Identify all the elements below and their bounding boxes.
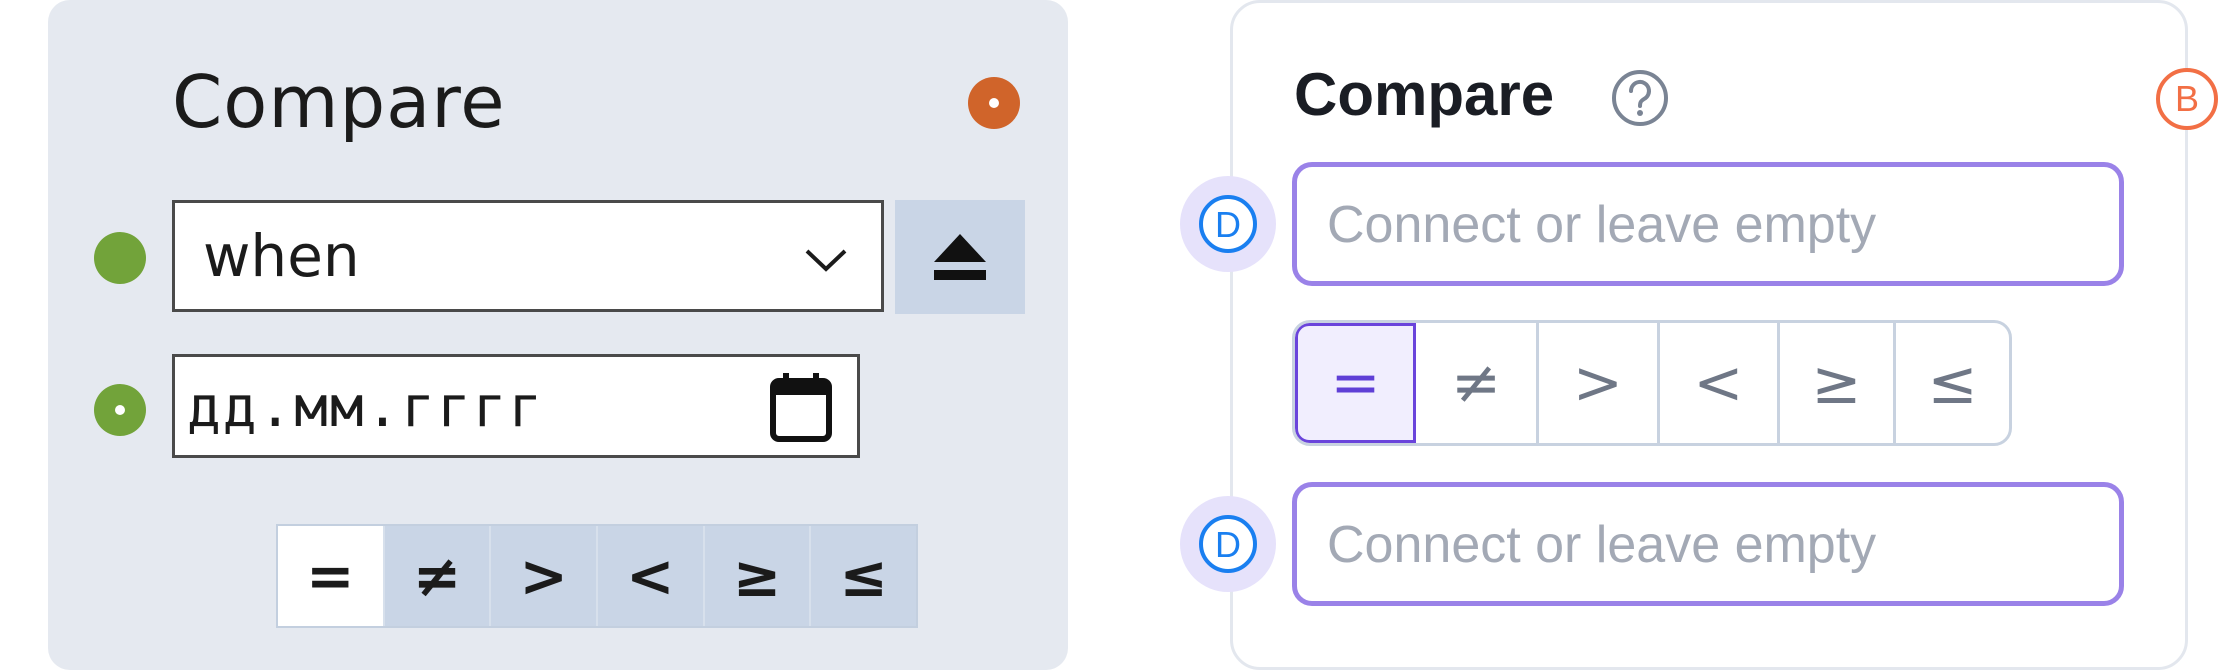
svg-text:D: D [1215,204,1241,245]
operator-greater[interactable]: > [1539,323,1660,443]
date-placeholder: дд.мм.гггг [187,375,545,440]
when-select-value: when [203,222,360,290]
operator-greater-equal[interactable]: ≥ [705,526,812,626]
chevron-down-icon [805,249,847,272]
input-port-date[interactable] [94,384,146,436]
operator-selector: = ≠ > < ≥ ≤ [1292,320,2012,446]
operator-equal[interactable]: = [278,526,385,626]
operator-greater[interactable]: > [491,526,599,626]
operator-equal[interactable]: = [1295,323,1417,443]
when-select[interactable]: when [172,200,884,312]
connect-input-left[interactable]: Connect or leave empty [1292,162,2124,286]
connect-input-placeholder: Connect or leave empty [1327,516,1877,574]
operator-less-equal[interactable]: ≤ [811,526,916,626]
output-badge-b[interactable]: B [2154,66,2220,132]
calendar-icon[interactable] [769,371,833,443]
operator-less[interactable]: < [1660,323,1780,443]
connect-input-right[interactable]: Connect or leave empty [1292,482,2124,606]
eject-button[interactable] [895,200,1025,314]
input-port-when[interactable] [94,232,146,284]
input-badge-d[interactable]: D [1178,494,1278,594]
svg-text:D: D [1215,524,1241,565]
operator-greater-equal[interactable]: ≥ [1780,323,1896,443]
operator-selector: = ≠ > < ≥ ≤ [276,524,918,628]
operator-less-equal[interactable]: ≤ [1896,323,2009,443]
connect-input-placeholder: Connect or leave empty [1327,196,1877,254]
node-title: Compare [172,60,506,144]
svg-text:B: B [2175,78,2199,119]
date-input[interactable]: дд.мм.гггг [172,354,860,458]
operator-not-equal[interactable]: ≠ [1416,323,1539,443]
question-circle-icon[interactable] [1610,68,1670,128]
operator-less[interactable]: < [598,526,705,626]
output-port[interactable] [968,77,1020,129]
operator-not-equal[interactable]: ≠ [385,526,492,626]
node-title: Compare [1294,61,1555,128]
eject-icon [934,234,986,280]
input-badge-d[interactable]: D [1178,174,1278,274]
